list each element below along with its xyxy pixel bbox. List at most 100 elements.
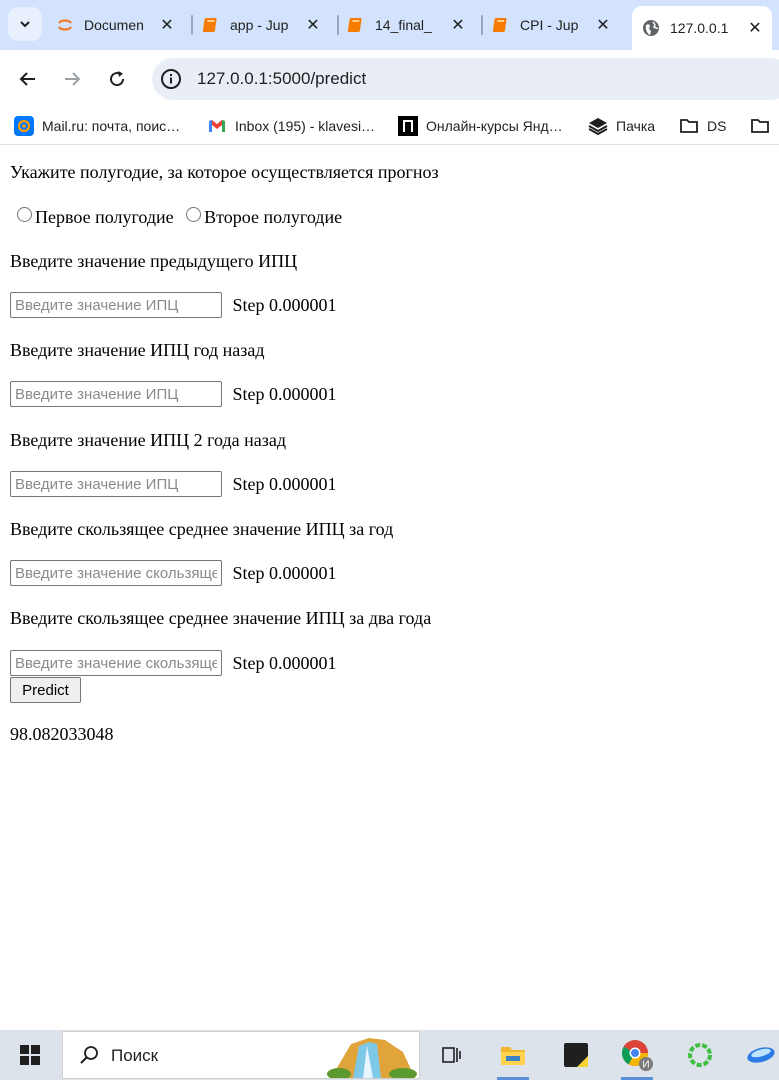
forward-button[interactable]	[55, 62, 89, 96]
tab-documentation[interactable]: Documen ✕	[56, 8, 184, 42]
tab-separator	[481, 15, 483, 35]
close-icon[interactable]: ✕	[302, 14, 324, 36]
tab-app-jupyter[interactable]: app - Jup ✕	[202, 8, 330, 42]
site-info-button[interactable]	[160, 68, 182, 95]
prediction-result: 98.082033048	[10, 724, 114, 744]
field-row-prev-cpi: Step 0.000001	[10, 292, 337, 318]
bookmark-label: Inbox (195) - klavesi…	[235, 118, 376, 134]
reload-button[interactable]	[100, 62, 134, 96]
field-row-cpi-year-ago: Step 0.000001	[10, 381, 337, 407]
tab-title: 14_final_	[375, 17, 432, 33]
field-label-prev-cpi: Введите значение предыдущего ИПЦ	[10, 251, 298, 271]
bookmark-label: DS	[707, 118, 727, 134]
back-button[interactable]	[11, 62, 45, 96]
arrow-right-icon	[65, 72, 81, 86]
notebook-icon	[347, 18, 362, 32]
info-icon	[161, 69, 181, 89]
tab-final-jupyter[interactable]: 14_final_ ✕	[347, 8, 475, 42]
taskbar-chrome[interactable]: И	[612, 1030, 662, 1080]
radio-label-first: Первое полугодие	[35, 207, 174, 227]
prev-cpi-input[interactable]	[10, 292, 222, 318]
taskbar-file-explorer[interactable]	[488, 1030, 538, 1080]
taskbar-blue-app[interactable]	[736, 1030, 779, 1080]
search-icon	[80, 1046, 98, 1064]
close-icon[interactable]: ✕	[447, 14, 469, 36]
field-row-moving-avg-two-years: Step 0.000001	[10, 650, 337, 676]
step-text: Step 0.000001	[232, 294, 337, 315]
field-label-moving-avg-two-years: Введите скользящее среднее значение ИПЦ …	[10, 608, 432, 628]
close-icon[interactable]: ✕	[156, 14, 178, 36]
radio-second-semester[interactable]	[186, 207, 202, 222]
bookmark-label: Пачка	[616, 118, 656, 134]
step-text: Step 0.000001	[232, 383, 337, 404]
radio-label-second: Второе полугодие	[204, 207, 343, 227]
taskbar-search-box[interactable]: Поиск	[62, 1031, 420, 1079]
field-row-cpi-two-years-ago: Step 0.000001	[10, 471, 337, 497]
tab-title: 127.0.0.1	[670, 20, 728, 36]
tab-title: Documen	[84, 17, 144, 33]
semester-radio-group: Первое полугодие Второе полугодие	[17, 207, 342, 228]
chevron-down-icon	[20, 21, 30, 28]
windows-logo-icon	[20, 1045, 40, 1065]
taskbar-sticky-notes[interactable]	[551, 1030, 601, 1080]
predict-button[interactable]: Predict	[10, 677, 81, 703]
reload-icon	[110, 71, 125, 87]
task-view-icon	[442, 1047, 461, 1063]
step-text: Step 0.000001	[232, 473, 337, 494]
notebook-icon	[202, 18, 217, 32]
start-button[interactable]	[5, 1030, 55, 1080]
tab-search-button[interactable]	[8, 7, 42, 41]
bookmark-label: Онлайн-курсы Янд…	[426, 118, 563, 134]
bookmark-pachka[interactable]: Пачка	[588, 114, 655, 138]
globe-icon	[643, 20, 659, 36]
bookmark-yandex-courses[interactable]: Онлайн-курсы Янд…	[398, 114, 563, 138]
pachka-icon	[588, 118, 608, 136]
mailru-icon	[14, 116, 34, 136]
address-bar[interactable]: 127.0.0.1:5000/predict	[152, 58, 779, 100]
folder-icon	[680, 119, 698, 133]
moving-avg-two-years-input[interactable]	[10, 650, 222, 676]
tab-title: CPI - Jup	[520, 17, 579, 33]
page-content: Укажите полугодие, за которое осуществля…	[0, 145, 779, 1030]
field-row-moving-avg-year: Step 0.000001	[10, 560, 337, 586]
bookmark-mailru[interactable]: Mail.ru: почта, поис…	[14, 114, 180, 138]
sticky-notes-icon	[564, 1043, 588, 1067]
step-text: Step 0.000001	[232, 562, 337, 583]
chrome-icon: И	[621, 1040, 653, 1071]
bookmark-folder-ds[interactable]: DS	[679, 114, 726, 138]
windows-taskbar: Поиск И	[0, 1030, 779, 1080]
close-icon[interactable]: ✕	[592, 14, 614, 36]
blue-app-icon	[747, 1047, 775, 1063]
tab-separator	[191, 15, 193, 35]
moving-avg-year-input[interactable]	[10, 560, 222, 586]
green-ring-app-icon	[688, 1043, 712, 1067]
file-explorer-icon	[501, 1047, 525, 1065]
jupyter-icon	[58, 19, 72, 31]
close-icon[interactable]: ✕	[744, 17, 766, 39]
bookmarks-bar: Mail.ru: почта, поис… Inbox (195) - klav…	[0, 108, 779, 145]
taskbar-green-ring-app[interactable]	[675, 1030, 725, 1080]
svg-text:И: И	[642, 1060, 649, 1071]
browser-toolbar: 127.0.0.1:5000/predict	[0, 50, 779, 108]
tab-cpi-jupyter[interactable]: CPI - Jup ✕	[492, 8, 620, 42]
url-text[interactable]: 127.0.0.1:5000/predict	[197, 69, 366, 89]
tab-strip: Documen ✕ app - Jup ✕ 14_final_ ✕ CPI - …	[0, 0, 779, 50]
radio-first-semester[interactable]	[17, 207, 32, 222]
field-label-cpi-year-ago: Введите значение ИПЦ год назад	[10, 340, 265, 360]
field-label-cpi-two-years-ago: Введите значение ИПЦ 2 года назад	[10, 430, 287, 450]
search-highlight-waterfall-icon	[327, 1038, 417, 1078]
bookmark-gmail[interactable]: Inbox (195) - klavesi…	[207, 114, 375, 138]
tab-localhost-active[interactable]: 127.0.0.1 ✕	[632, 6, 772, 50]
arrow-left-icon	[19, 72, 35, 86]
field-label-moving-avg-year: Введите скользящее среднее значение ИПЦ …	[10, 519, 394, 539]
tab-title: app - Jup	[230, 17, 289, 33]
notebook-icon	[492, 18, 507, 32]
gmail-icon	[209, 120, 225, 132]
cpi-year-ago-input[interactable]	[10, 381, 222, 407]
task-view-button[interactable]	[426, 1030, 476, 1080]
cpi-two-years-ago-input[interactable]	[10, 471, 222, 497]
bookmark-folder-more[interactable]	[750, 114, 778, 138]
folder-icon	[751, 119, 769, 133]
step-text: Step 0.000001	[232, 652, 337, 673]
semester-prompt: Укажите полугодие, за которое осуществля…	[10, 162, 439, 182]
